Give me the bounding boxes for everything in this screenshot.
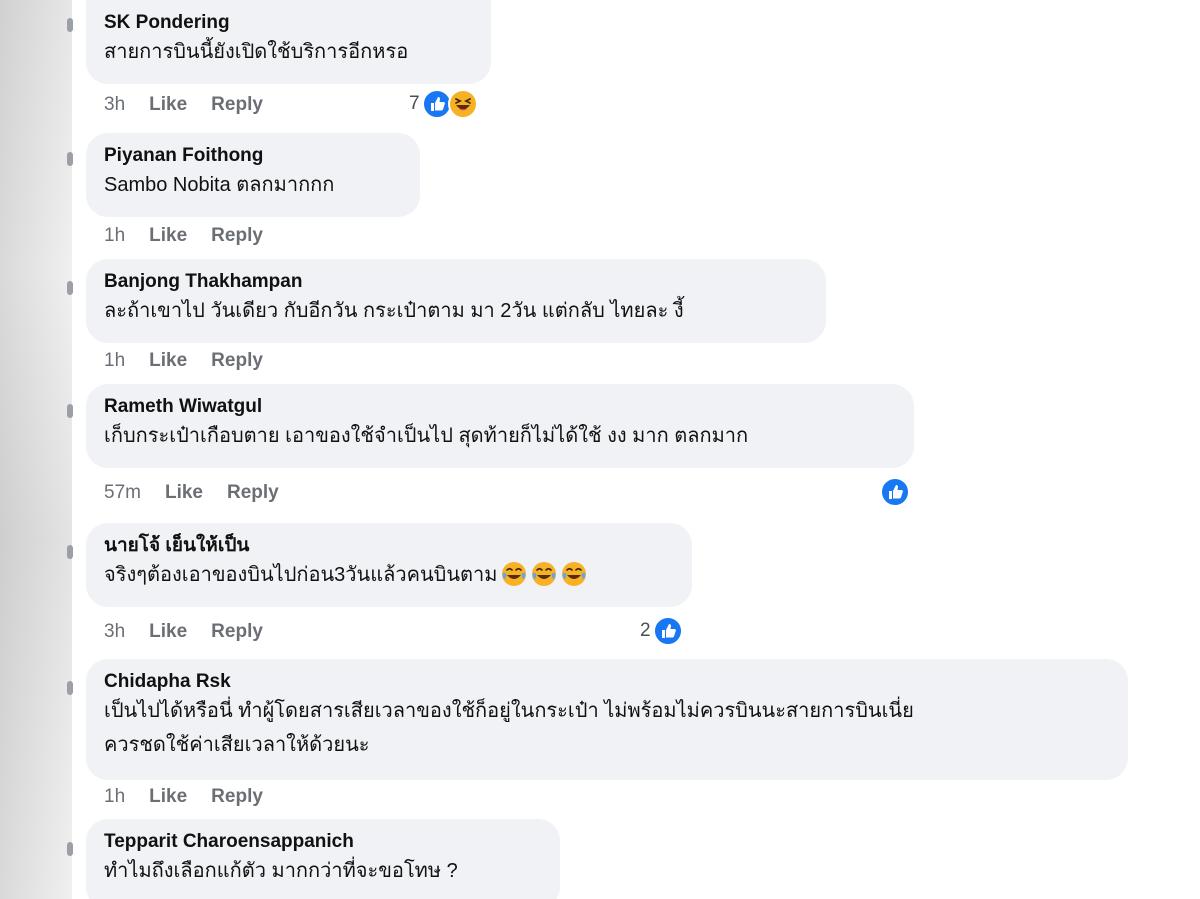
thread-indicator [67,152,73,166]
comment-author[interactable]: Rameth Wiwatgul [104,395,896,419]
comment-actions: 3h Like Reply [104,621,263,643]
comment-author[interactable]: Chidapha Rsk [104,670,1110,694]
reply-button[interactable]: Reply [211,94,263,116]
thread-indicator [67,18,73,32]
reply-button[interactable]: Reply [211,786,263,808]
like-icon [880,477,910,507]
reaction-summary[interactable] [880,477,910,507]
comment-author[interactable]: นายโจ้ เย็นให้เป็น [104,534,674,558]
like-button[interactable]: Like [149,350,187,372]
comment-timestamp[interactable]: 3h [104,94,125,116]
comment-timestamp[interactable]: 3h [104,621,125,643]
comment-text: จริงๆต้องเอาของบินไปก่อน3วันแล้วคนบินตาม [104,558,674,592]
tears-of-joy-emoji [502,562,527,586]
comment-actions: 1h Like Reply [104,225,263,247]
comment: Rameth Wiwatgul เก็บกระเป๋าเกือบตาย เอาข… [86,384,914,468]
thread-indicator [67,404,73,418]
comment-text-line: ควรชดใช้ค่าเสียเวลาให้ด้วยนะ [104,734,370,756]
comment-text-line: เป็นไปได้หรือนี่ ทำผู้โดยสารเสียเวลาของใ… [104,700,914,722]
comment-actions: 3h Like Reply [104,94,263,116]
comment-bubble: Tepparit Charoensappanich ทำไมถึงเลือกแก… [86,819,560,899]
comment-bubble: SK Pondering สายการบินนี้ยังเปิดใช้บริกา… [86,0,491,84]
tears-of-joy-emoji [532,562,557,586]
thread-indicator [67,281,73,295]
comment-author[interactable]: Tepparit Charoensappanich [104,830,542,854]
comment-text: Sambo Nobita ตลกมากกก [104,174,335,196]
comment: Piyanan Foithong Sambo Nobita ตลกมากกก [86,133,420,217]
reply-button[interactable]: Reply [211,621,263,643]
reaction-count: 7 [409,93,420,114]
comment: นายโจ้ เย็นให้เป็น จริงๆต้องเอาของบินไปก… [86,523,692,607]
left-background-strip [0,0,72,899]
like-button[interactable]: Like [149,621,187,643]
reaction-summary[interactable]: 7 [409,89,478,119]
like-button[interactable]: Like [149,94,187,116]
reply-button[interactable]: Reply [211,350,263,372]
comment-text: เก็บกระเป๋าเกือบตาย เอาของใช้จำเป็นไป สุ… [104,425,749,447]
comment-bubble: Piyanan Foithong Sambo Nobita ตลกมากกก [86,133,420,217]
comment-author[interactable]: Piyanan Foithong [104,144,402,168]
comment-actions: 57m Like Reply [104,482,279,504]
comment-bubble: นายโจ้ เย็นให้เป็น จริงๆต้องเอาของบินไปก… [86,523,692,607]
like-button[interactable]: Like [165,482,203,504]
thread-indicator [67,681,73,695]
comment-bubble: Rameth Wiwatgul เก็บกระเป๋าเกือบตาย เอาข… [86,384,914,468]
comment-actions: 1h Like Reply [104,350,263,372]
comment-timestamp[interactable]: 57m [104,482,141,504]
laugh-icon [447,89,478,119]
reply-button[interactable]: Reply [211,225,263,247]
comment-text: ละถ้าเขาไป วันเดียว กับอีกวัน กระเป๋าตาม… [104,300,684,322]
reply-button[interactable]: Reply [227,482,279,504]
comment-timestamp[interactable]: 1h [104,786,125,808]
comment-text: สายการบินนี้ยังเปิดใช้บริการอีกหรอ [104,41,409,63]
comment-bubble: Banjong Thakhampan ละถ้าเขาไป วันเดียว ก… [86,259,826,343]
comment-author[interactable]: Banjong Thakhampan [104,270,808,294]
comment: SK Pondering สายการบินนี้ยังเปิดใช้บริกา… [86,0,491,84]
comment-actions: 1h Like Reply [104,786,263,808]
comment: Chidapha Rsk เป็นไปได้หรือนี่ ทำผู้โดยสา… [86,659,1128,780]
like-icon [652,616,683,646]
comment-text: ทำไมถึงเลือกแก้ตัว มากกว่าที่จะขอโทษ ? [104,860,458,882]
comment: Banjong Thakhampan ละถ้าเขาไป วันเดียว ก… [86,259,826,343]
thread-indicator [67,545,73,559]
thread-indicator [67,842,73,856]
comment-timestamp[interactable]: 1h [104,225,125,247]
comment-author[interactable]: SK Pondering [104,11,473,35]
reaction-summary[interactable]: 2 [640,616,683,646]
reaction-count: 2 [640,620,651,641]
like-button[interactable]: Like [149,786,187,808]
like-button[interactable]: Like [149,225,187,247]
comment-timestamp[interactable]: 1h [104,350,125,372]
tears-of-joy-emoji [562,562,587,586]
comment-text-content: จริงๆต้องเอาของบินไปก่อน3วันแล้วคนบินตาม [104,564,498,586]
comment: Tepparit Charoensappanich ทำไมถึงเลือกแก… [86,819,560,899]
comment-bubble: Chidapha Rsk เป็นไปได้หรือนี่ ทำผู้โดยสา… [86,659,1128,780]
comments-screenshot: SK Pondering สายการบินนี้ยังเปิดใช้บริกา… [0,0,1200,899]
